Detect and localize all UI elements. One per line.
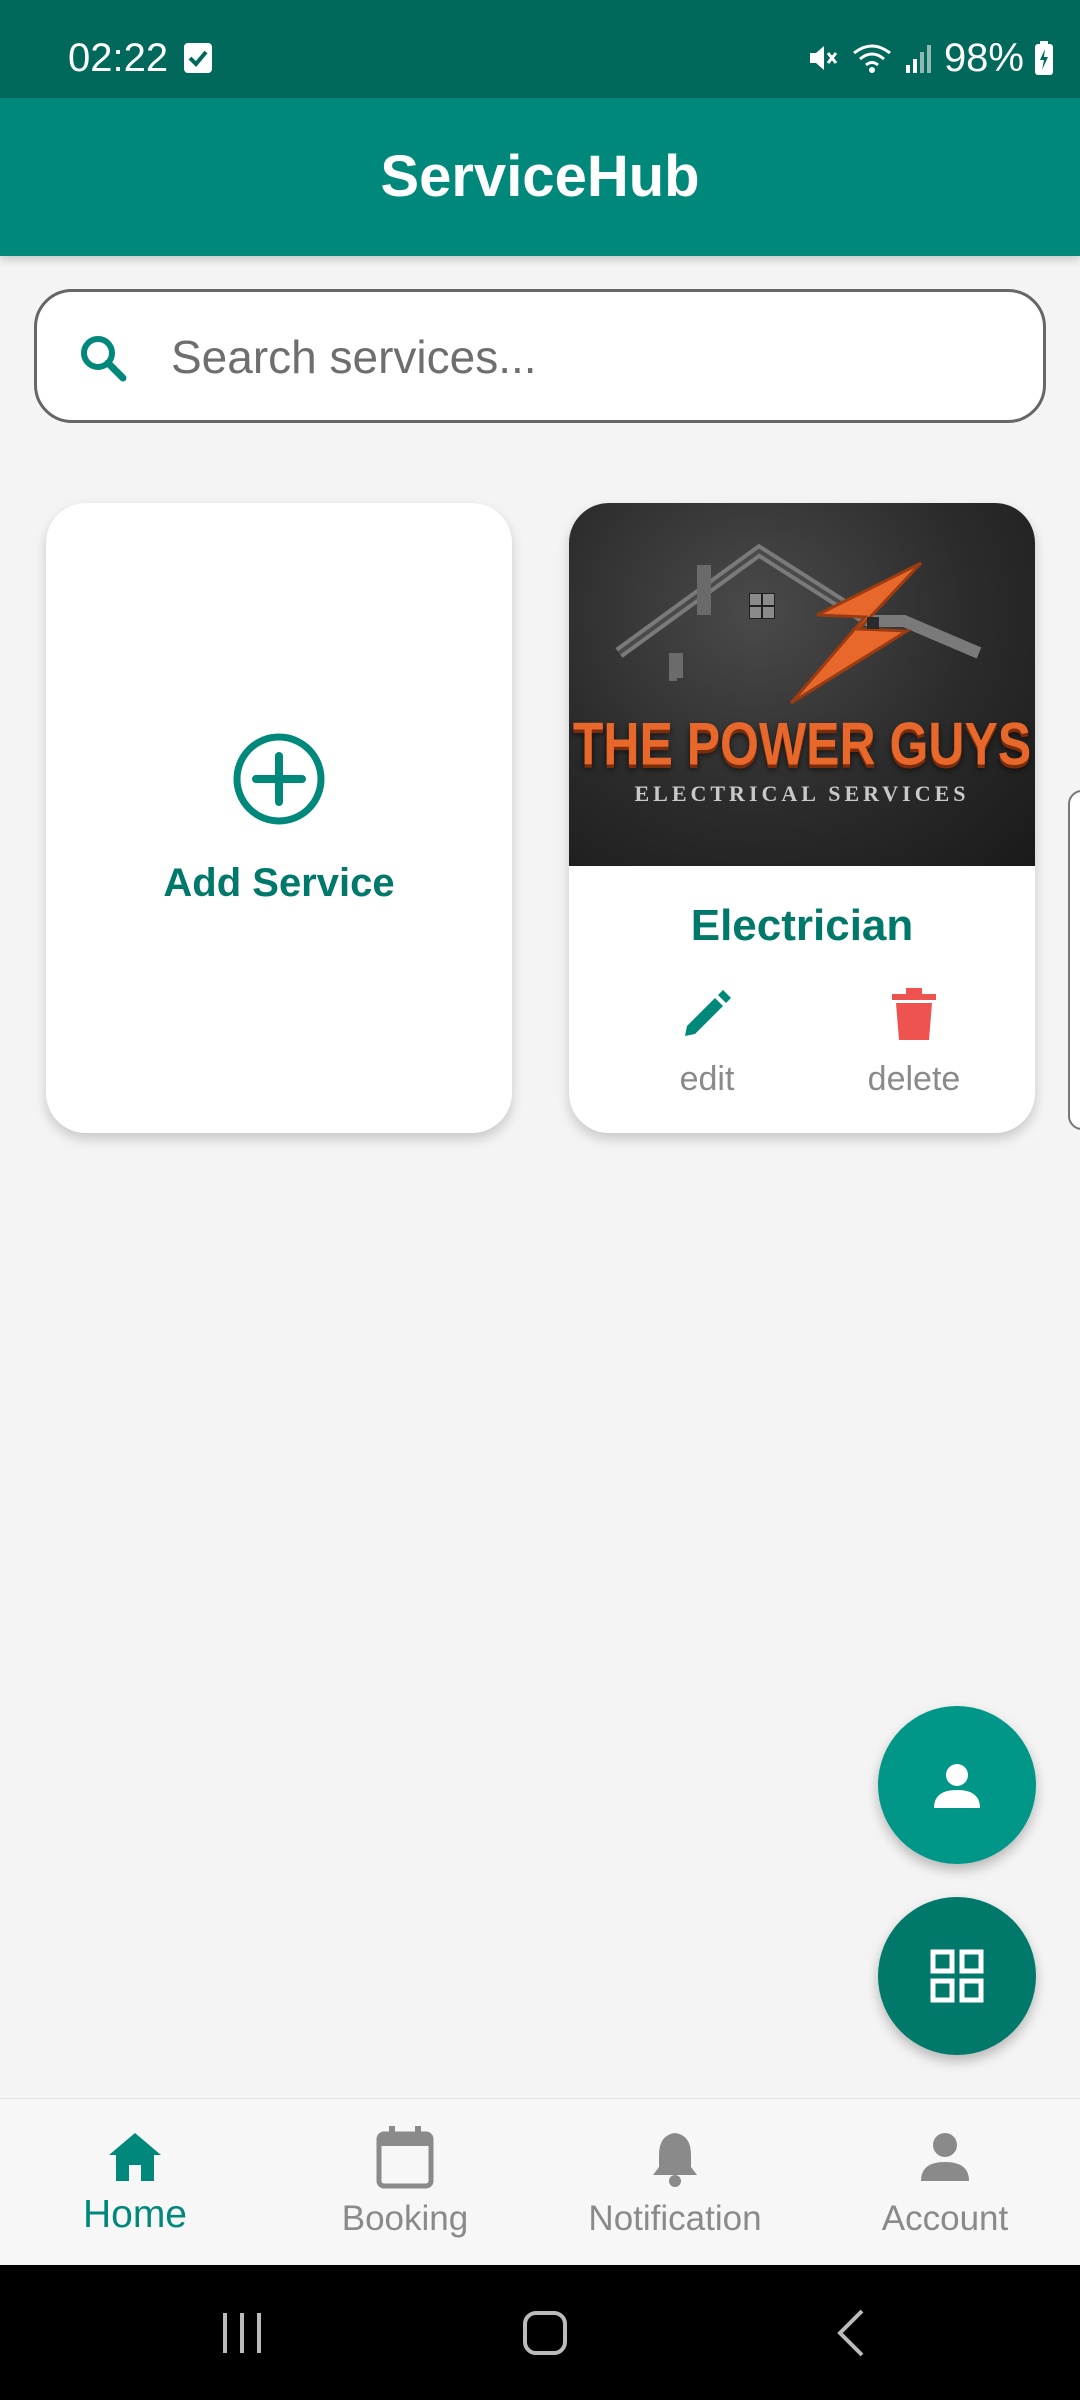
service-logo-image: THE POWER GUYS ELECTRICAL SERVICES <box>569 503 1035 866</box>
signal-icon <box>904 41 934 75</box>
logo-text: THE POWER GUYS <box>572 710 1032 778</box>
status-icons: 98% <box>806 34 1054 82</box>
back-icon <box>837 2309 864 2356</box>
service-card[interactable]: THE POWER GUYS ELECTRICAL SERVICES Elect… <box>569 503 1035 1133</box>
status-time: 02:22 <box>68 36 169 80</box>
logo-subtext: ELECTRICAL SERVICES <box>634 781 970 806</box>
bottom-navigation: Home Booking Notification Account <box>0 2098 1080 2265</box>
task-check-icon <box>184 43 212 73</box>
app-title: ServiceHub <box>380 144 700 209</box>
screen: 02:22 98% ServiceHub Search services... … <box>0 0 1080 2400</box>
delete-label: delete <box>867 1060 961 1098</box>
mute-icon <box>806 41 840 75</box>
next-card-peek[interactable] <box>1068 790 1080 1130</box>
pencil-icon <box>685 990 731 1036</box>
nav-booking-label: Booking <box>341 2199 469 2238</box>
battery-percent: 98% <box>943 36 1024 80</box>
recents-button[interactable] <box>182 2265 302 2400</box>
add-service-label: Add Service <box>163 861 395 905</box>
status-bar: 02:22 98% <box>0 0 1080 98</box>
delete-button[interactable]: delete <box>839 978 989 1108</box>
nav-account[interactable]: Account <box>810 2099 1080 2266</box>
nav-home[interactable]: Home <box>0 2099 270 2266</box>
search-icon <box>77 332 129 384</box>
grid-fab[interactable] <box>878 1897 1036 2055</box>
app-bar: ServiceHub <box>0 98 1080 256</box>
person-icon <box>921 2133 969 2181</box>
battery-charging-icon <box>1034 40 1054 76</box>
account-fab[interactable] <box>878 1706 1036 1864</box>
service-title: Electrician <box>690 901 914 950</box>
home-system-button[interactable] <box>485 2265 605 2400</box>
edit-label: edit <box>679 1060 735 1098</box>
search-input[interactable] <box>171 320 991 394</box>
nav-notification[interactable]: Notification <box>540 2099 810 2266</box>
wifi-icon <box>850 41 894 75</box>
grid-icon <box>930 1949 984 2003</box>
home-system-icon <box>523 2310 567 2355</box>
calendar-icon <box>376 2126 434 2189</box>
person-icon <box>934 1764 980 1808</box>
trash-icon <box>892 988 936 1040</box>
add-service-card[interactable]: Add Service <box>46 503 512 1133</box>
add-circle-icon <box>232 732 326 826</box>
nav-notification-label: Notification <box>588 2199 762 2238</box>
back-button[interactable] <box>790 2265 910 2400</box>
home-icon <box>109 2133 161 2181</box>
edit-button[interactable]: edit <box>647 978 767 1108</box>
search-bar[interactable] <box>34 289 1046 423</box>
nav-home-label: Home <box>82 2193 188 2236</box>
system-navigation-bar <box>0 2265 1080 2400</box>
recents-icon <box>223 2312 261 2353</box>
nav-booking[interactable]: Booking <box>270 2099 540 2266</box>
bell-icon <box>653 2133 697 2187</box>
nav-account-label: Account <box>881 2199 1009 2238</box>
